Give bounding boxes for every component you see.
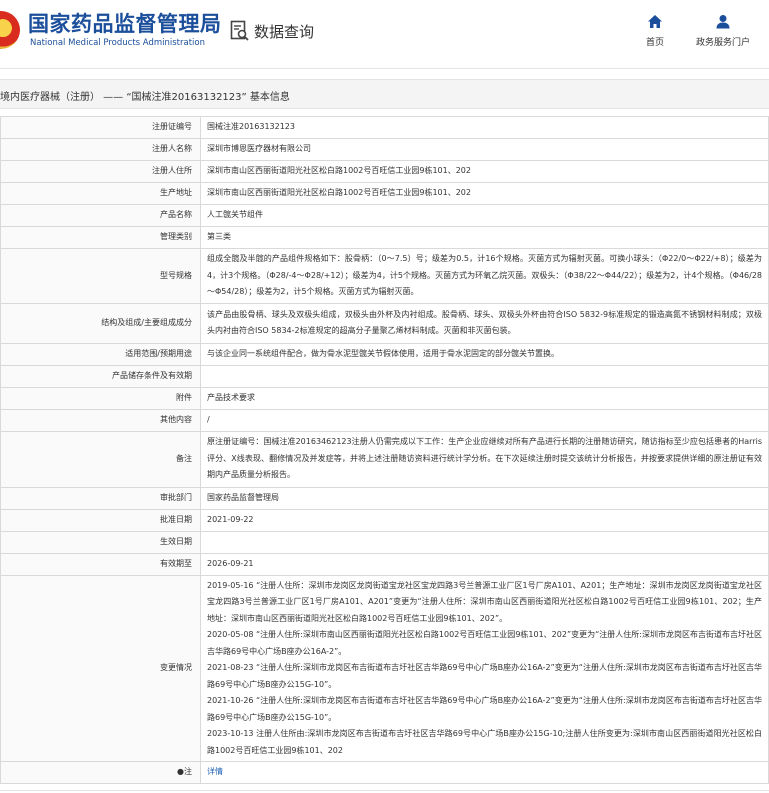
row-value: 产品技术要求	[200, 386, 769, 410]
data-query-label: 数据查询	[254, 22, 315, 41]
table-row: 注册证编号 国械注准20163132123	[0, 116, 769, 139]
row-label: 注册人名称	[0, 138, 201, 161]
row-value: 人工髋关节组件	[200, 204, 769, 227]
table-row: 管理类别 第三类	[0, 226, 769, 249]
table-row: 生产地址 深圳市南山区西丽街道阳光社区松白路1002号百旺信工业园9栋101、20…	[0, 182, 769, 205]
table-row-changes: 变更情况 2019-05-16 “注册人住所：深圳市龙岗区龙岗街道宝龙社区宝龙四…	[0, 574, 769, 762]
row-value: 深圳市南山区西丽街道阳光社区松白路1002号百旺信工业园9栋101、202	[200, 182, 769, 205]
detail-link[interactable]: 详情	[207, 767, 223, 776]
row-value: 该产品由股骨柄、球头及双极头组成，双极头由外杯及内衬组成。股骨柄、球头、双极头外…	[200, 302, 769, 344]
record-title-bar: 境内医疗器械（注册） —— “国械注准20163132123” 基本信息	[0, 79, 769, 109]
nav-service-portal[interactable]: 政务服务门户	[683, 14, 763, 48]
change-entry: 2021-10-26 “注册人住所:深圳市龙岗区布吉街道布吉圩社区吉华路69号中…	[207, 696, 762, 722]
row-label: 注册证编号	[0, 116, 201, 139]
row-label: 批准日期	[0, 508, 201, 532]
record-detail-table: 注册证编号 国械注准20163132123 注册人名称 深圳市博恩医疗器材有限公司 注册…	[0, 116, 769, 784]
row-label: 注册人住所	[0, 160, 201, 183]
data-query-heading: 数据查询	[230, 19, 314, 43]
row-value: 国械注准20163132123	[200, 116, 769, 139]
row-value: 2021-09-22	[200, 508, 769, 532]
row-label: 适用范围/预期用途	[0, 342, 201, 366]
table-row: 附件 产品技术要求	[0, 386, 769, 410]
row-label: 有效期至	[0, 552, 201, 576]
table-row: 适用范围/预期用途 与该企业同一系统组件配合，做为骨水泥型髋关节假体使用，适用于骨…	[0, 342, 769, 366]
row-label: 备注	[0, 430, 201, 488]
table-row-note: ●注 详情	[0, 761, 769, 784]
table-row: 批准日期 2021-09-22	[0, 508, 769, 532]
table-row: 产品名称 人工髋关节组件	[0, 204, 769, 227]
row-label: 生效日期	[0, 530, 201, 554]
row-value: 深圳市博恩医疗器材有限公司	[200, 138, 769, 161]
row-value	[200, 364, 769, 388]
nav-service-label: 政务服务门户	[695, 38, 750, 48]
national-emblem-icon	[0, 11, 20, 49]
row-label: 管理类别	[0, 226, 201, 249]
table-row: 审批部门 国家药品监督管理局	[0, 486, 769, 510]
row-label: 附件	[0, 386, 201, 410]
table-row: 结构及组成/主要组成成分 该产品由股骨柄、球头及双极头组成，双极头由外杯及内衬组成…	[0, 302, 769, 344]
row-label: 生产地址	[0, 182, 201, 205]
row-label: 审批部门	[0, 486, 201, 510]
row-label: 型号规格	[0, 248, 201, 304]
site-logo-subtitle: National Medical Products Administration	[30, 38, 205, 48]
table-row: 生效日期	[0, 530, 769, 554]
row-value: 原注册证编号：国械注准20163462123注册人仍需完成以下工作：生产企业应继…	[200, 430, 769, 488]
user-icon	[716, 15, 730, 29]
site-header: 国家药品监督管理局 National Medical Products Admi…	[0, 0, 769, 68]
change-history: 2019-05-16 “注册人住所：深圳市龙岗区龙岗街道宝龙社区宝龙四路3号兰普…	[200, 574, 769, 762]
footer-divider	[0, 790, 769, 791]
site-logo-title[interactable]: 国家药品监督管理局	[28, 8, 222, 38]
table-row: 注册人名称 深圳市博恩医疗器材有限公司	[0, 138, 769, 161]
document-search-icon	[230, 20, 249, 41]
row-value: 组成全髋及半髋的产品组件规格如下：股骨柄：（0～7.5）号；级差为0.5，计16…	[200, 248, 769, 304]
table-row: 产品储存条件及有效期	[0, 364, 769, 388]
change-entry: 2019-05-16 “注册人住所：深圳市龙岗区龙岗街道宝龙社区宝龙四路3号兰普…	[207, 580, 762, 623]
table-row: 注册人住所 深圳市南山区西丽街道阳光社区松白路1002号百旺信工业园9栋101、2…	[0, 160, 769, 183]
table-row: 其他内容 /	[0, 408, 769, 432]
table-row: 备注 原注册证编号：国械注准20163462123注册人仍需完成以下工作：生产企业…	[0, 430, 769, 488]
change-entry: 2020-05-08 “注册人住所:深圳市南山区西丽街道阳光社区松白路1002号…	[207, 630, 762, 656]
row-value: 深圳市南山区西丽街道阳光社区松白路1002号百旺信工业园9栋101、202	[200, 160, 769, 183]
row-label: 产品名称	[0, 204, 201, 227]
table-row: 型号规格 组成全髋及半髋的产品组件规格如下：股骨柄：（0～7.5）号；级差为0.5…	[0, 248, 769, 304]
row-value: 第三类	[200, 226, 769, 249]
table-row: 有效期至 2026-09-21	[0, 552, 769, 576]
row-value: 国家药品监督管理局	[200, 486, 769, 510]
row-label: 产品储存条件及有效期	[0, 364, 201, 388]
header-divider	[0, 68, 769, 69]
row-value: 与该企业同一系统组件配合，做为骨水泥型髋关节假体使用，适用于骨水泥固定的部分髋关…	[200, 342, 769, 366]
row-label: ●注	[0, 761, 201, 784]
home-icon	[648, 15, 662, 28]
row-value: /	[200, 408, 769, 432]
record-title: 境内医疗器械（注册） —— “国械注准20163132123” 基本信息	[0, 92, 290, 103]
row-value: 2026-09-21	[200, 552, 769, 576]
change-entry: 2021-08-23 “注册人住所:深圳市龙岗区布吉街道布吉圩社区吉华路69号中…	[207, 663, 762, 689]
row-value: 详情	[200, 761, 769, 784]
row-label: 结构及组成/主要组成成分	[0, 302, 201, 344]
change-entry: 2023-10-13 注册人住所由:深圳市龙岗区布吉街道布吉圩社区吉华路69号中…	[207, 729, 762, 755]
row-value	[200, 530, 769, 554]
row-label: 变更情况	[0, 574, 201, 762]
row-label: 其他内容	[0, 408, 201, 432]
